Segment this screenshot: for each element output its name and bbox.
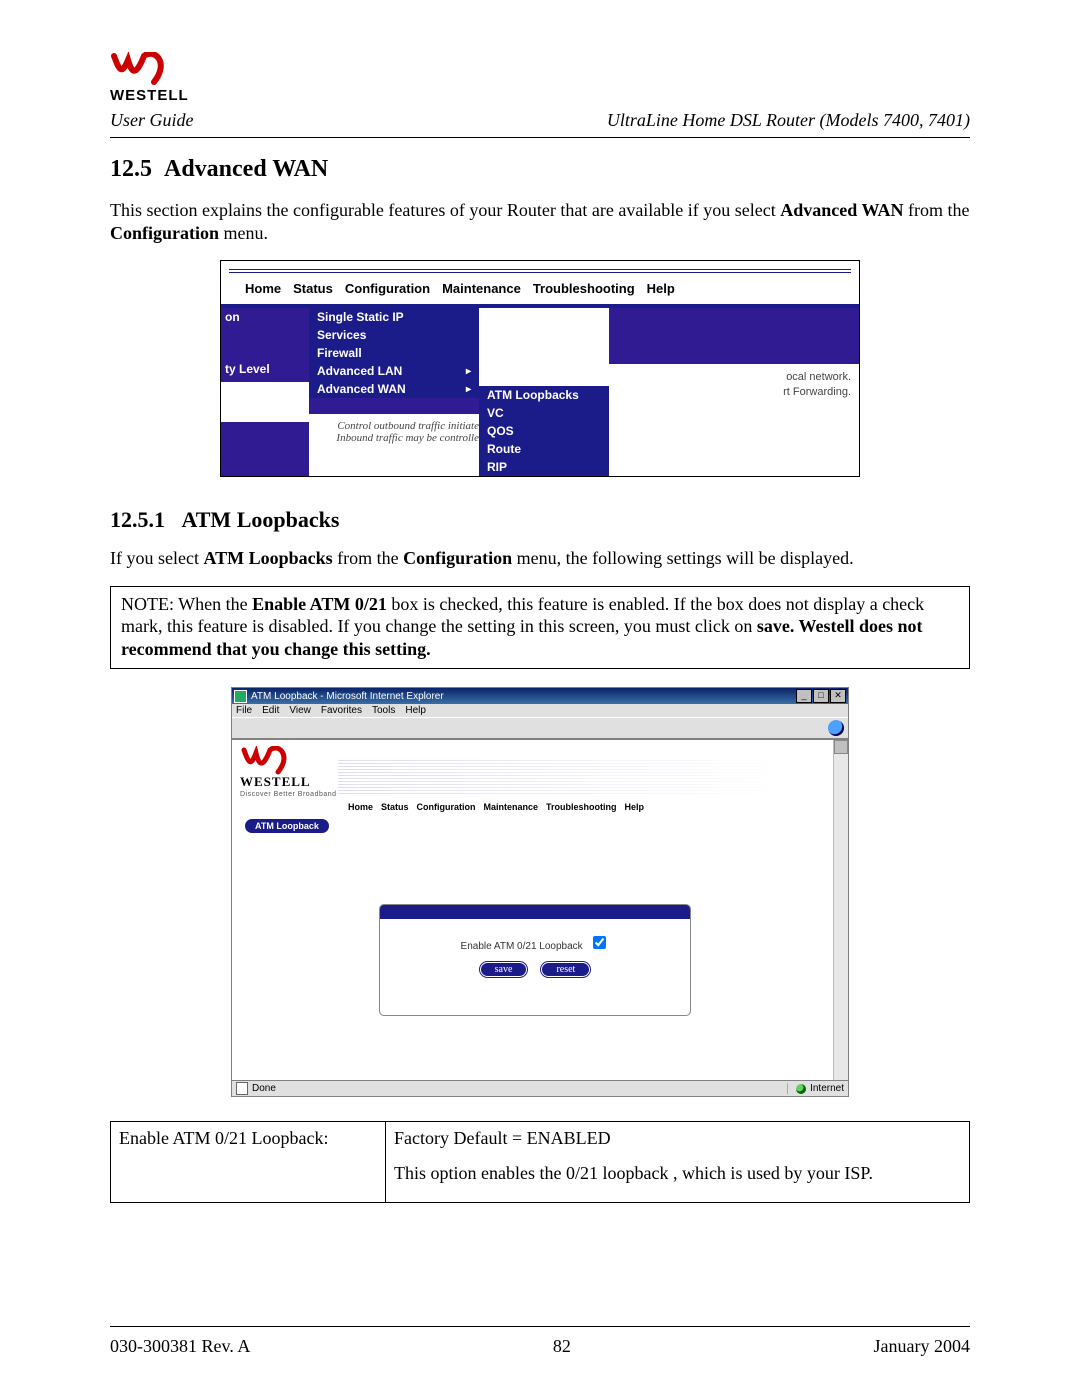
submenu-route[interactable]: Route [479,440,609,458]
header-left: User Guide [110,110,194,131]
doc-icon [236,1082,248,1095]
save-button[interactable]: save [480,962,528,977]
enable-atm-checkbox[interactable] [593,936,606,949]
nav-maintenance[interactable]: Maintenance [442,281,521,296]
status-zone: Internet [810,1083,844,1094]
svg-text:WESTELL: WESTELL [240,774,311,789]
nav-home[interactable]: Home [245,281,281,296]
submenu-qos[interactable]: QOS [479,422,609,440]
setting-desc-cell: Factory Default = ENABLED This option en… [386,1122,970,1203]
atm-loopback-panel: Enable ATM 0/21 Loopback save reset [379,904,691,1016]
nav-help[interactable]: Help [647,281,675,296]
mini-nav-help[interactable]: Help [625,802,645,812]
submenu-vc[interactable]: VC [479,404,609,422]
menu-tools[interactable]: Tools [372,705,395,716]
menu-view[interactable]: View [289,705,311,716]
mini-nav-troubleshooting[interactable]: Troubleshooting [546,802,617,812]
menu-advanced-lan[interactable]: Advanced LAN [309,362,479,380]
screenshot-atm-loopback-window: ATM Loopback - Microsoft Internet Explor… [231,687,849,1097]
mini-nav-configuration[interactable]: Configuration [417,802,476,812]
enable-atm-label: Enable ATM 0/21 Loopback [461,941,583,952]
menu-advanced-wan[interactable]: Advanced WAN [309,380,479,398]
svg-text:WESTELL: WESTELL [110,87,189,104]
header-right: UltraLine Home DSL Router (Models 7400, … [607,110,970,131]
westell-logo: WESTELL [110,52,970,104]
left-fragment-top: on [221,308,309,326]
menu-edit[interactable]: Edit [262,705,279,716]
menu-services[interactable]: Services [309,326,479,344]
settings-table: Enable ATM 0/21 Loopback: Factory Defaul… [110,1121,970,1203]
footer-right: January 2004 [874,1336,970,1357]
submenu-rip[interactable]: RIP [479,458,609,476]
menu-firewall[interactable]: Firewall [309,344,479,362]
header-rule [110,137,970,138]
ie-icon [234,690,247,703]
section-intro: This section explains the configurable f… [110,199,970,244]
section-heading: 12.5 Advanced WAN [110,156,970,183]
reset-button[interactable]: reset [541,962,590,977]
nav-status[interactable]: Status [293,281,333,296]
setting-name-cell: Enable ATM 0/21 Loopback: [111,1122,386,1203]
footer-rule [110,1326,970,1327]
note-box: NOTE: When the Enable ATM 0/21 box is ch… [110,586,970,670]
window-maximize-button[interactable]: □ [813,689,829,703]
subsection-intro: If you select ATM Loopbacks from the Con… [110,547,970,570]
menu-help[interactable]: Help [405,705,426,716]
left-fragment-bottom: ty Level [221,326,309,382]
status-done: Done [252,1083,276,1094]
bg-text-2-right: rt Forwarding. [609,385,851,400]
nav-configuration[interactable]: Configuration [345,281,430,296]
side-atm-loopback[interactable]: ATM Loopback [244,818,330,834]
mini-nav-status[interactable]: Status [381,802,409,812]
menu-file[interactable]: File [236,705,252,716]
window-minimize-button[interactable]: _ [796,689,812,703]
window-close-button[interactable]: ✕ [830,689,846,703]
footer-center: 82 [553,1336,571,1357]
globe-icon [796,1084,806,1094]
subsection-heading: 12.5.1 ATM Loopbacks [110,507,970,533]
vertical-scrollbar[interactable] [833,740,848,1080]
bg-text-1-right: ocal network. [609,370,851,385]
mini-nav-maintenance[interactable]: Maintenance [484,802,539,812]
nav-row: Home Status Configuration Maintenance Tr… [229,277,851,300]
menu-favorites[interactable]: Favorites [321,705,362,716]
browser-menubar: File Edit View Favorites Tools Help [232,704,848,717]
mini-nav-home[interactable]: Home [348,802,373,812]
nav-troubleshooting[interactable]: Troubleshooting [533,281,635,296]
submenu-atm-loopbacks[interactable]: ATM Loopbacks [479,386,609,404]
window-title: ATM Loopback - Microsoft Internet Explor… [251,691,444,702]
bg-text-1-left: Control outbound traffic initiate [309,420,479,432]
screenshot-config-menu: Home Status Configuration Maintenance Tr… [220,260,860,477]
menu-single-static-ip[interactable]: Single Static IP [309,308,479,326]
ie-throbber-icon [828,720,844,736]
footer-left: 030-300381 Rev. A [110,1336,250,1357]
bg-text-2-left: Inbound traffic may be controlle [309,432,479,444]
